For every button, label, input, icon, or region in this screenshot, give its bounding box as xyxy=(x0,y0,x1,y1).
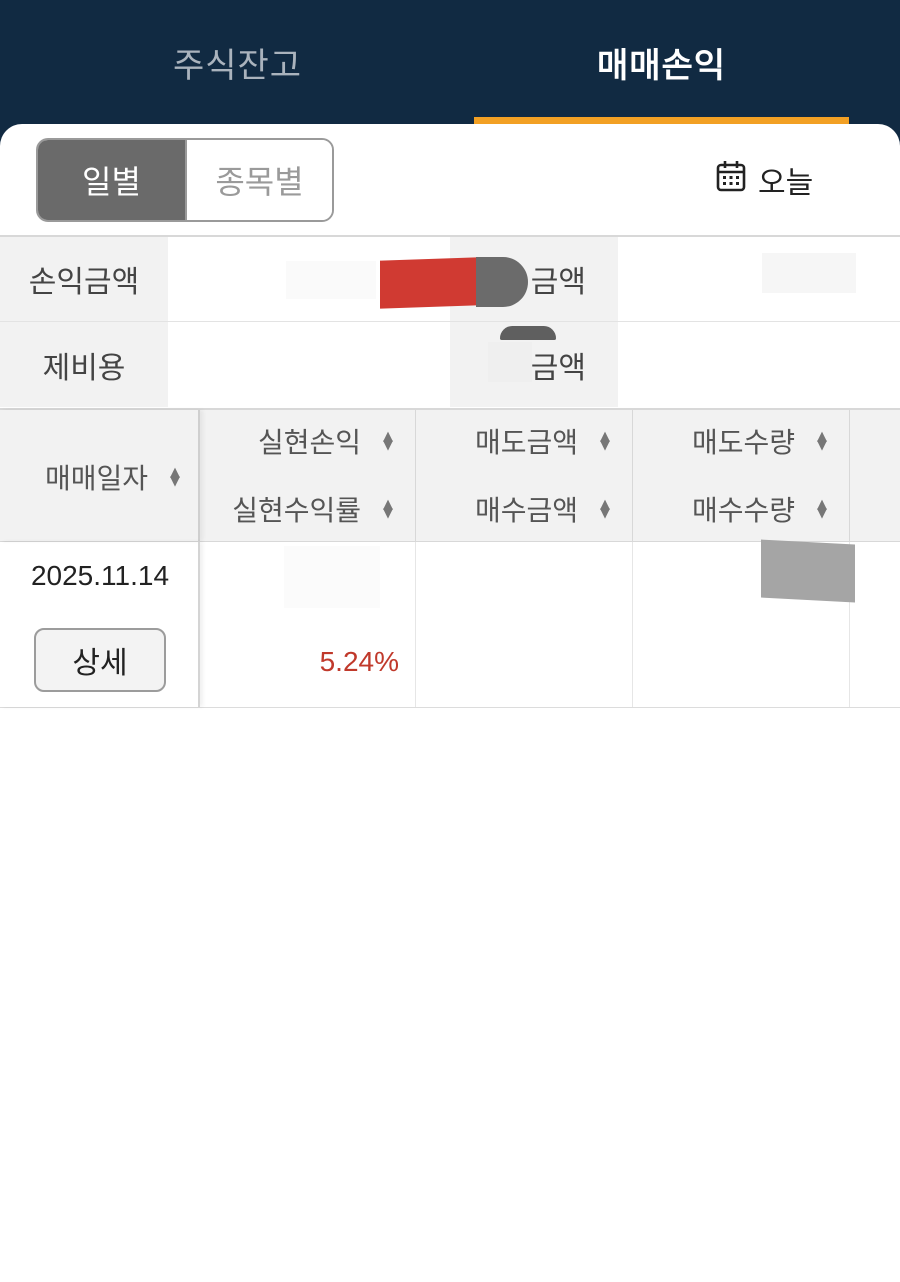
summary-row: 제비용 금액 xyxy=(0,322,900,407)
calendar-icon xyxy=(716,160,758,200)
redaction-mark xyxy=(762,253,856,293)
row-qty-cell xyxy=(633,539,855,707)
header-realized-cell[interactable]: 실현손익 ▲ ▼ 실현수익률 ▲ ▼ xyxy=(200,410,416,541)
redaction-mark xyxy=(500,326,556,340)
header-date-cell[interactable]: 매매일자 ▲ ▼ xyxy=(0,410,200,541)
redaction-mark xyxy=(488,342,532,382)
view-toggle: 일별 종목별 xyxy=(36,138,334,222)
summary-row: 손익금액 금액 xyxy=(0,237,900,322)
trade-date: 2025.11.14 xyxy=(30,560,170,591)
sort-icon: ▲ ▼ xyxy=(600,497,610,521)
active-tab-indicator xyxy=(474,117,849,124)
header-date-label: 매매일자 xyxy=(44,462,148,495)
content-sheet: 일별 종목별 오늘 손익금액 금액 제비용 금액 매매일자 ▲ ▼ 실현손익 ▲… xyxy=(0,124,900,1282)
amount2-value xyxy=(618,322,900,407)
row-date-cell: 2025.11.14 상세 xyxy=(0,542,200,707)
tab-stock-balance[interactable]: 주식잔고 xyxy=(50,0,425,124)
header-sell-qty: 매도수량 ▲ ▼ xyxy=(692,421,827,461)
header-buy-qty-label: 매수수량 xyxy=(691,494,795,527)
header-realized-pl-label: 실현손익 xyxy=(257,426,361,459)
header-amount-cell[interactable]: 매도금액 ▲ ▼ 매수금액 ▲ ▼ xyxy=(416,410,633,541)
fees-value xyxy=(168,322,450,407)
redaction-mark xyxy=(286,261,376,299)
header-sell-amount-label: 매도금액 xyxy=(474,426,578,459)
redaction-mark xyxy=(476,257,528,307)
sort-icon: ▲ ▼ xyxy=(817,429,827,453)
header-buy-amount: 매수금액 ▲ ▼ xyxy=(475,489,610,529)
summary-grid: 손익금액 금액 제비용 금액 xyxy=(0,235,900,407)
header-sell-qty-label: 매도수량 xyxy=(691,426,795,459)
tab-trading-pl[interactable]: 매매손익 xyxy=(474,0,849,124)
header-realized-pl: 실현손익 ▲ ▼ xyxy=(258,421,393,461)
header-buy-amount-label: 매수금액 xyxy=(474,494,578,527)
table-row[interactable]: 2025.11.14 상세 5.24% xyxy=(0,539,900,708)
date-picker-button[interactable]: 오늘 xyxy=(716,158,813,202)
sort-icon: ▲ ▼ xyxy=(600,429,610,453)
sort-icon: ▲ ▼ xyxy=(170,465,180,489)
toggle-daily[interactable]: 일별 xyxy=(38,140,185,220)
header-buy-qty: 매수수량 ▲ ▼ xyxy=(692,489,827,529)
header-qty-cell[interactable]: 매도수량 ▲ ▼ 매수수량 ▲ ▼ xyxy=(633,410,850,541)
header-return-rate-label: 실현수익률 xyxy=(232,494,361,527)
sort-icon: ▲ ▼ xyxy=(383,429,393,453)
header-date: 매매일자 ▲ ▼ xyxy=(45,457,180,497)
detail-button[interactable]: 상세 xyxy=(34,628,166,692)
redaction-mark xyxy=(380,257,476,309)
date-label: 오늘 xyxy=(758,166,814,201)
fees-label: 제비용 xyxy=(0,322,168,407)
toggle-by-stock[interactable]: 종목별 xyxy=(185,140,332,220)
return-rate-value: 5.24% xyxy=(319,646,399,677)
header-sell-amount: 매도금액 ▲ ▼ xyxy=(475,421,610,461)
row-realized-cell: 5.24% xyxy=(200,542,416,707)
header-return-rate: 실현수익률 ▲ ▼ xyxy=(232,489,393,529)
redaction-mark xyxy=(284,546,380,608)
pl-amount-label: 손익금액 xyxy=(0,237,168,321)
row-amount-cell xyxy=(416,542,633,707)
redaction-mark xyxy=(761,539,855,603)
sort-icon: ▲ ▼ xyxy=(383,497,393,521)
amount-value xyxy=(618,237,900,321)
sort-icon: ▲ ▼ xyxy=(817,497,827,521)
table-header: 매매일자 ▲ ▼ 실현손익 ▲ ▼ 실현수익률 ▲ ▼ 매도금액 ▲ ▼ 매수금액 ▲ ▼ 매도수… xyxy=(0,408,900,542)
